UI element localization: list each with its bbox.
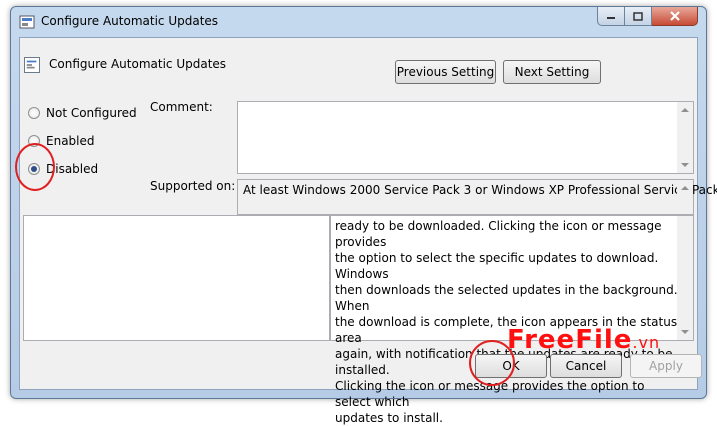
help-line: updates to install. [335,411,443,425]
policy-title: Configure Automatic Updates [49,57,227,71]
supported-scrollbar[interactable] [677,180,693,214]
next-setting-button[interactable]: Next Setting [503,60,601,84]
help-line: Clicking the icon or message provides th… [335,379,645,409]
cancel-button[interactable]: Cancel [550,354,622,378]
watermark: FreeFile.vn [507,325,660,355]
radio-not-configured[interactable]: Not Configured [28,106,137,120]
scroll-down-icon[interactable] [681,163,689,167]
supported-on-value: At least Windows 2000 Service Pack 3 or … [243,183,717,197]
supported-on-field: At least Windows 2000 Service Pack 3 or … [237,179,717,215]
minimize-button[interactable] [597,7,625,26]
help-line: ready to be downloaded. Clicking the ico… [335,219,662,249]
scroll-up-icon[interactable] [681,186,689,190]
close-icon [669,11,680,21]
help-pane: ready to be downloaded. Clicking the ico… [330,215,694,425]
help-line: the option to select the specific update… [335,251,659,281]
minimize-icon [607,17,615,19]
watermark-main: FreeFile [507,325,633,355]
maximize-button[interactable] [625,7,652,26]
maximize-icon [633,11,643,21]
watermark-suffix: .vn [632,333,661,352]
previous-setting-button[interactable]: Previous Setting [395,60,496,84]
radio-label: Not Configured [46,106,137,120]
help-line: then downloads the selected updates in t… [335,283,678,313]
options-pane [23,215,330,341]
radio-circle[interactable] [28,107,40,119]
group-policy-icon [19,15,35,29]
title-bar[interactable]: Configure Automatic Updates [11,7,706,37]
comment-scrollbar[interactable] [677,102,693,173]
apply-button[interactable]: Apply [630,354,702,378]
policy-setting-icon [24,57,40,73]
comment-label: Comment: [150,100,213,114]
comment-textarea[interactable] [237,101,694,174]
close-button[interactable] [652,7,698,26]
radio-label: Enabled [46,134,95,148]
highlight-circle-disabled [15,143,55,191]
supported-on-label: Supported on: [150,179,236,193]
help-scrollbar[interactable] [677,216,693,340]
scroll-down-icon[interactable] [681,330,689,334]
window-title: Configure Automatic Updates [41,14,219,28]
scroll-up-icon[interactable] [681,108,689,112]
help-text: ready to be downloaded. Clicking the ico… [335,218,679,426]
